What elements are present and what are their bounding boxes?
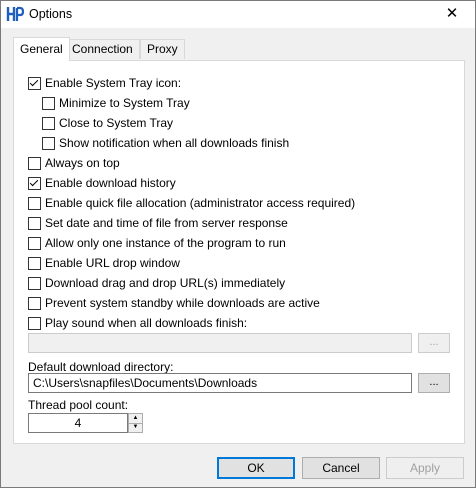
option-close-to-tray[interactable]: Close to System Tray xyxy=(42,115,173,131)
option-enable-system-tray[interactable]: Enable System Tray icon: xyxy=(28,75,181,91)
option-label: Enable System Tray icon: xyxy=(45,76,182,90)
sound-path-input[interactable] xyxy=(28,333,412,353)
option-label: Enable URL drop window xyxy=(45,256,180,270)
general-tab-panel: Enable System Tray icon: Minimize to Sys… xyxy=(13,60,465,444)
option-url-drop-window[interactable]: Enable URL drop window xyxy=(28,255,180,271)
option-label: Prevent system standby while downloads a… xyxy=(45,296,320,310)
option-label: Enable download history xyxy=(45,176,176,190)
checkbox[interactable] xyxy=(28,196,41,210)
close-icon[interactable]: ✕ xyxy=(429,1,475,28)
option-label: Close to System Tray xyxy=(59,116,174,130)
option-label: Minimize to System Tray xyxy=(59,96,190,110)
thread-pool-input[interactable]: 4 xyxy=(28,413,128,433)
checkbox[interactable] xyxy=(28,296,41,310)
option-label: Download drag and drop URL(s) immediatel… xyxy=(45,276,286,290)
option-download-history[interactable]: Enable download history xyxy=(28,175,176,191)
download-dir-browse-button[interactable]: ... xyxy=(418,373,450,393)
thread-pool-label: Thread pool count: xyxy=(28,398,129,412)
thread-pool-stepper[interactable]: ▲ ▼ xyxy=(128,413,143,433)
checkbox[interactable] xyxy=(42,116,55,130)
apply-button[interactable]: Apply xyxy=(386,457,464,479)
option-prevent-standby[interactable]: Prevent system standby while downloads a… xyxy=(28,295,320,311)
option-minimize-to-tray[interactable]: Minimize to System Tray xyxy=(42,95,190,111)
checkbox[interactable] xyxy=(28,156,41,170)
checkbox[interactable] xyxy=(28,176,41,190)
option-single-instance[interactable]: Allow only one instance of the program t… xyxy=(28,235,286,251)
option-show-notification[interactable]: Show notification when all downloads fin… xyxy=(42,135,289,151)
tab-general[interactable]: General xyxy=(13,37,70,61)
ok-button[interactable]: OK xyxy=(217,457,295,479)
checkbox[interactable] xyxy=(28,76,41,90)
checkbox[interactable] xyxy=(28,216,41,230)
option-label: Play sound when all downloads finish: xyxy=(45,316,248,330)
tab-proxy[interactable]: Proxy xyxy=(140,39,185,59)
option-quick-file-allocation[interactable]: Enable quick file allocation (administra… xyxy=(28,195,355,211)
checkbox[interactable] xyxy=(28,236,41,250)
window-title: Options xyxy=(29,7,73,21)
download-dir-input[interactable]: C:\Users\snapfiles\Documents\Downloads xyxy=(28,373,412,393)
hp-app-icon xyxy=(6,5,25,23)
tab-connection[interactable]: Connection xyxy=(65,39,140,59)
option-label: Enable quick file allocation (administra… xyxy=(45,196,356,210)
checkbox[interactable] xyxy=(28,276,41,290)
option-label: Always on top xyxy=(45,156,120,170)
option-label: Set date and time of file from server re… xyxy=(45,216,288,230)
checkbox[interactable] xyxy=(28,256,41,270)
option-drag-drop-immediately[interactable]: Download drag and drop URL(s) immediatel… xyxy=(28,275,285,291)
checkbox[interactable] xyxy=(42,136,55,150)
cancel-button[interactable]: Cancel xyxy=(302,457,380,479)
spin-down-icon[interactable]: ▼ xyxy=(129,423,142,432)
option-label: Allow only one instance of the program t… xyxy=(45,236,286,250)
sound-browse-button[interactable]: ... xyxy=(418,333,450,353)
option-server-date-time[interactable]: Set date and time of file from server re… xyxy=(28,215,288,231)
options-dialog: Options ✕ General Connection Proxy Enabl… xyxy=(0,0,476,488)
option-label: Show notification when all downloads fin… xyxy=(59,136,290,150)
title-bar: Options ✕ xyxy=(1,1,475,28)
option-always-on-top[interactable]: Always on top xyxy=(28,155,120,171)
option-play-sound[interactable]: Play sound when all downloads finish: xyxy=(28,315,247,331)
checkbox[interactable] xyxy=(28,316,41,330)
checkbox[interactable] xyxy=(42,96,55,110)
